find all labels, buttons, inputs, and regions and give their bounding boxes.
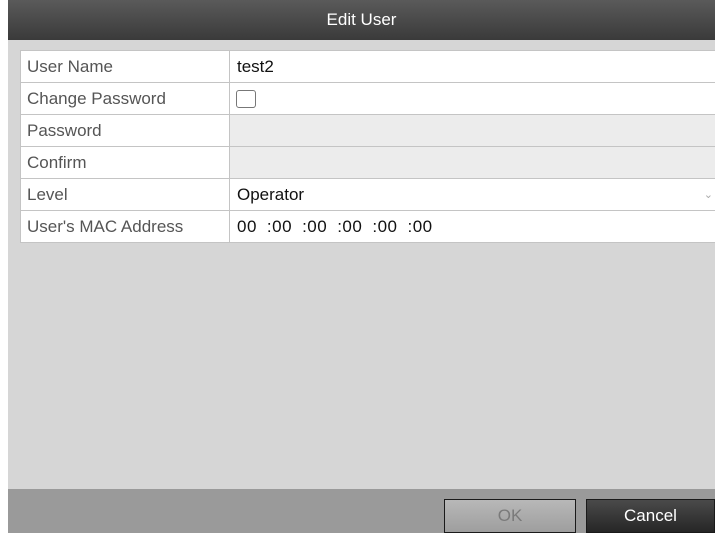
change-password-checkbox[interactable] bbox=[236, 89, 256, 108]
password-input[interactable] bbox=[230, 115, 715, 146]
level-label: Level bbox=[21, 179, 230, 210]
row-password: Password bbox=[21, 115, 715, 147]
cancel-button[interactable]: Cancel bbox=[586, 499, 715, 533]
user-name-input[interactable]: test2 bbox=[230, 51, 715, 82]
row-mac-address: User's MAC Address 00 :00 :00 :00 :00 :0… bbox=[21, 211, 715, 243]
mac-segment-6[interactable]: :00 bbox=[407, 217, 432, 237]
confirm-input[interactable] bbox=[230, 147, 715, 178]
level-select[interactable]: Operator ⌄ bbox=[230, 179, 715, 210]
ok-button[interactable]: OK bbox=[444, 499, 576, 533]
dialog-footer: OK Cancel bbox=[8, 489, 715, 533]
confirm-label: Confirm bbox=[21, 147, 230, 178]
mac-segment-2[interactable]: :00 bbox=[267, 217, 292, 237]
row-change-password: Change Password bbox=[21, 83, 715, 115]
mac-segment-4[interactable]: :00 bbox=[337, 217, 362, 237]
edit-user-dialog: Edit User User Name test2 Change Passwor… bbox=[8, 0, 715, 533]
chevron-down-icon[interactable]: ⌄ bbox=[704, 188, 713, 201]
level-selected-value: Operator bbox=[237, 184, 305, 204]
mac-address-label: User's MAC Address bbox=[21, 211, 230, 242]
change-password-label: Change Password bbox=[21, 83, 230, 114]
mac-segment-5[interactable]: :00 bbox=[372, 217, 397, 237]
row-user-name: User Name test2 bbox=[21, 51, 715, 83]
password-label: Password bbox=[21, 115, 230, 146]
mac-segment-1[interactable]: 00 bbox=[237, 217, 257, 237]
dialog-title: Edit User bbox=[8, 0, 715, 40]
mac-segment-3[interactable]: :00 bbox=[302, 217, 327, 237]
row-level: Level Operator ⌄ bbox=[21, 179, 715, 211]
row-confirm: Confirm bbox=[21, 147, 715, 179]
user-name-label: User Name bbox=[21, 51, 230, 82]
mac-address-input[interactable]: 00 :00 :00 :00 :00 :00 bbox=[230, 211, 715, 242]
user-form: User Name test2 Change Password Password… bbox=[20, 50, 715, 243]
change-password-cell bbox=[230, 83, 715, 114]
